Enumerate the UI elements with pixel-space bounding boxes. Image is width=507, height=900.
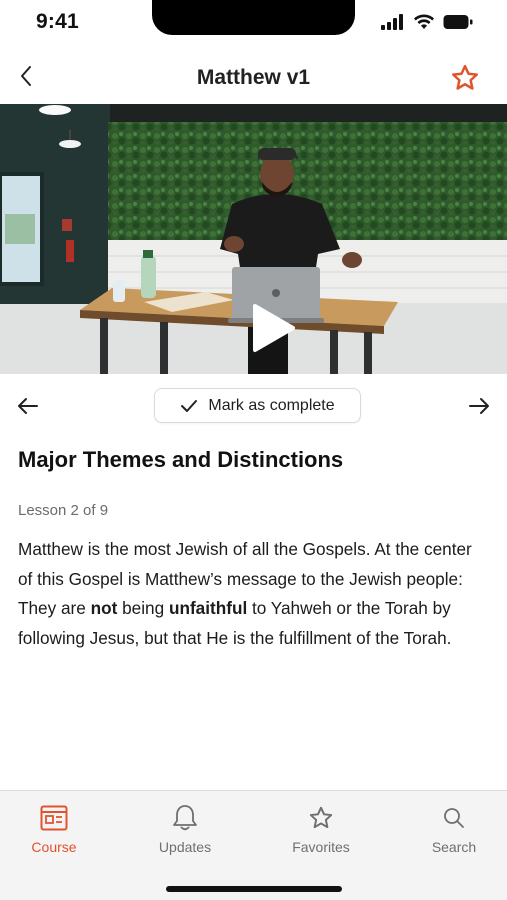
tab-label: Favorites xyxy=(292,839,350,855)
arrow-left-icon xyxy=(18,398,38,414)
status-bar: 9:41 xyxy=(0,0,507,48)
lesson-progress-count: Lesson 2 of 9 xyxy=(18,502,109,519)
search-icon xyxy=(444,808,464,828)
mark-complete-label: Mark as complete xyxy=(208,396,335,414)
previous-lesson-button[interactable] xyxy=(14,392,42,420)
bell-icon xyxy=(173,805,197,831)
lesson-text-bold: not xyxy=(90,598,118,618)
star-icon xyxy=(309,806,333,829)
home-indicator xyxy=(166,886,342,892)
lesson-description: Matthew is the most Jewish of all the Go… xyxy=(18,535,490,653)
lesson-text: being xyxy=(117,598,169,618)
course-icon xyxy=(40,805,68,831)
play-icon[interactable] xyxy=(249,302,297,354)
nav-header: Matthew v1 xyxy=(0,52,507,104)
wifi-icon xyxy=(414,14,434,29)
lesson-video[interactable] xyxy=(0,104,507,374)
lesson-navigation: Mark as complete xyxy=(0,386,507,426)
tab-updates[interactable]: Updates xyxy=(135,803,235,859)
tab-label: Updates xyxy=(158,839,212,855)
next-lesson-button[interactable] xyxy=(465,392,493,420)
cellular-signal-icon xyxy=(381,14,403,30)
tab-course[interactable]: Course xyxy=(4,803,104,859)
battery-icon xyxy=(443,15,473,29)
status-time: 9:41 xyxy=(36,10,79,33)
tab-label: Course xyxy=(31,839,77,855)
lesson-text-bold: unfaithful xyxy=(168,598,248,618)
device-notch xyxy=(152,0,355,35)
tab-favorites[interactable]: Favorites xyxy=(271,803,371,859)
mark-complete-button[interactable]: Mark as complete xyxy=(154,388,361,423)
tab-search[interactable]: Search xyxy=(404,803,504,859)
arrow-right-icon xyxy=(469,398,489,414)
star-outline-icon xyxy=(452,64,478,90)
page-title: Matthew v1 xyxy=(196,66,311,89)
favorite-button[interactable] xyxy=(449,62,481,94)
lesson-title: Major Themes and Distinctions xyxy=(18,447,344,472)
checkmark-icon xyxy=(181,399,198,412)
bottom-tab-bar: Course Updates Favorites Search xyxy=(0,790,507,900)
status-icons xyxy=(381,14,473,30)
tab-label: Search xyxy=(431,839,477,855)
